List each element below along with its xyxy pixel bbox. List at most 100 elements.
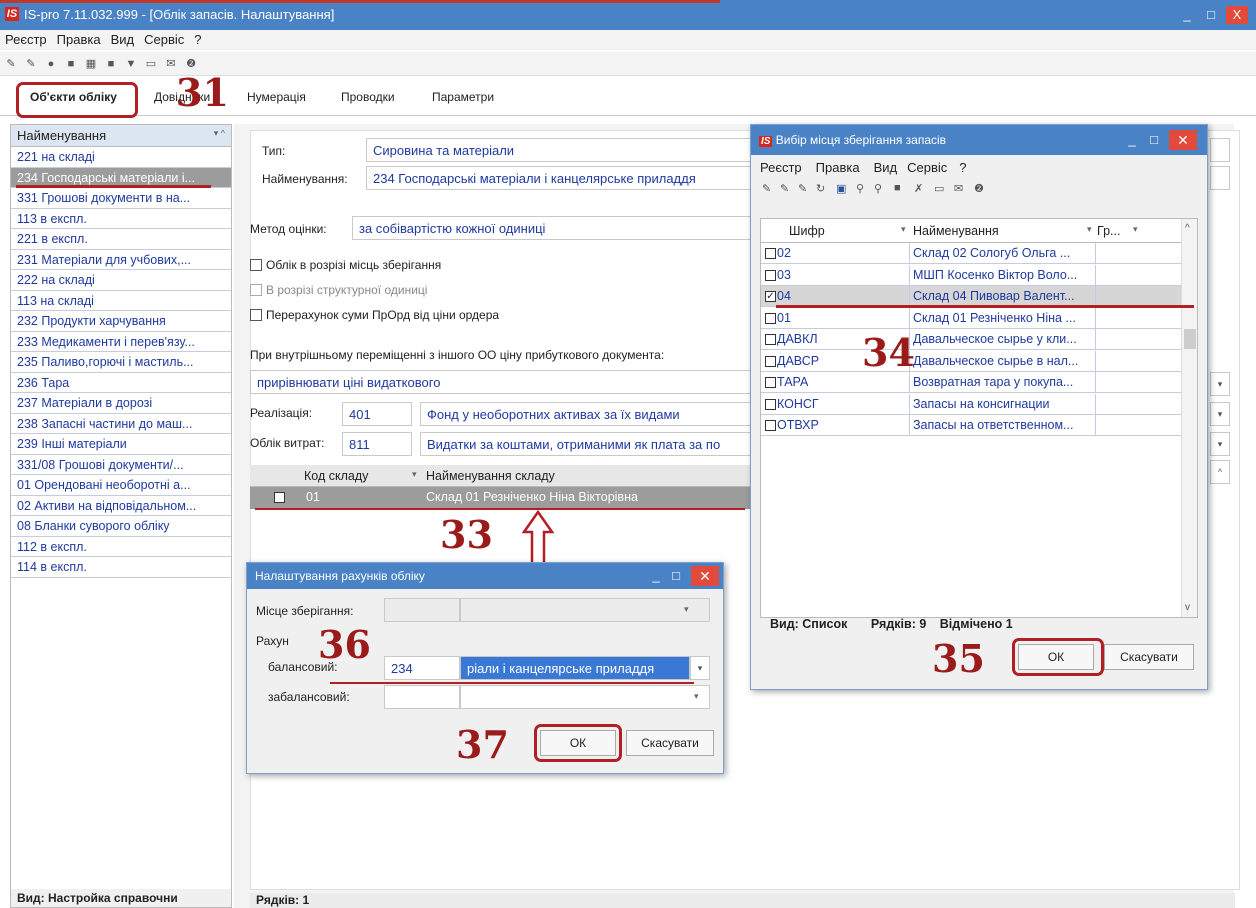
menu-service[interactable]: Сервіс [139, 30, 189, 49]
list-item[interactable]: 01 Орендовані необоротні а... [11, 475, 231, 496]
storage-row-checkbox[interactable] [765, 248, 776, 259]
list-item[interactable]: 221 на складі [11, 147, 231, 168]
list-item[interactable]: 233 Медикаменти і перев'язу... [11, 332, 231, 352]
list-item[interactable]: 331 Грошові документи в на... [11, 188, 231, 209]
storage-place-dropdown-icon[interactable]: ▾ [684, 604, 689, 615]
list-item[interactable]: 235 Паливо,горючі і мастиль... [11, 352, 231, 373]
storage-row-checkbox[interactable] [765, 269, 776, 281]
refresh-icon[interactable]: ● [44, 57, 58, 71]
storage-scroll-thumb[interactable] [1184, 329, 1196, 349]
new-icon[interactable]: ✎ [4, 57, 18, 71]
storage-scroll-up-icon[interactable]: ^ [1185, 223, 1190, 234]
menu-registry[interactable]: Реєстр [0, 30, 52, 49]
storage-scroll-down-icon[interactable]: v [1185, 602, 1190, 613]
storage-cancel-button[interactable]: Скасувати [1104, 644, 1194, 670]
sales-code-field[interactable]: 401 [342, 402, 412, 426]
balance-code-field[interactable]: 234 [384, 656, 460, 680]
balance-name-field[interactable]: ріали і канцелярське приладдя [460, 656, 690, 680]
grid-scroll-up-icon[interactable]: ^ [1210, 460, 1230, 484]
list-item[interactable]: 08 Бланки суворого обліку [11, 516, 231, 537]
storage-row-checkbox[interactable] [765, 334, 776, 345]
list-item[interactable]: 231 Матеріали для учбових,... [11, 250, 231, 270]
menu-help[interactable]: ? [189, 30, 206, 49]
list-item[interactable]: 222 на складі [11, 270, 231, 291]
sales-dropdown-icon[interactable]: ▾ [1210, 402, 1230, 426]
storage-col-name[interactable]: Найменування [913, 224, 999, 238]
grid-col-name[interactable]: Найменування складу [426, 469, 555, 483]
storage-filter-icon[interactable]: ✗ [914, 182, 923, 195]
storage-refresh-icon[interactable]: ↻ [816, 182, 825, 195]
storage-row[interactable]: ТАРА Возвратная тара у покупа... [761, 372, 1181, 393]
list-item[interactable]: 237 Матеріали в дорозі [11, 393, 231, 414]
structural-unit-checkbox[interactable] [250, 284, 262, 296]
storage-col-group[interactable]: Гр... [1097, 224, 1120, 238]
balance-dropdown-icon[interactable]: ▾ [690, 656, 710, 680]
tab-parameters[interactable]: Параметри [432, 90, 494, 104]
list-icon[interactable]: ■ [104, 57, 118, 71]
minimize-button[interactable]: _ [1176, 6, 1198, 24]
type-field[interactable]: Сировина та матеріали [366, 138, 756, 162]
menu-edit[interactable]: Правка [52, 30, 106, 49]
storage-grid-icon[interactable]: ■ [894, 182, 901, 194]
sales-name-field[interactable]: Фонд у необоротних активах за їх видами [420, 402, 756, 426]
storage-row[interactable]: 02 Склад 02 Сологуб Ольга ... [761, 243, 1181, 264]
menu-view[interactable]: Вид [106, 30, 140, 49]
list-item[interactable]: 232 Продукти харчування [11, 311, 231, 332]
save-icon[interactable]: ■ [64, 57, 78, 71]
list-item[interactable]: 114 в експл. [11, 557, 231, 578]
list-item[interactable]: 238 Запасні частини до маш... [11, 414, 231, 434]
filter-icon[interactable]: ▼ [124, 57, 138, 71]
storage-row[interactable]: 01 Склад 01 Резніченко Ніна ... [761, 307, 1181, 329]
list-item[interactable]: 113 на складі [11, 291, 231, 311]
storage-menu-service[interactable]: Сервіс [907, 160, 959, 175]
storage-row[interactable]: ДАВКЛ Давальческое сырье у кли... [761, 329, 1181, 350]
offbalance-code-field[interactable] [384, 685, 460, 709]
storage-menu-edit[interactable]: Правка [816, 160, 874, 175]
storage-search-icon[interactable]: ⚲ [856, 182, 864, 195]
storage-row-checkbox[interactable] [765, 312, 776, 324]
storage-row[interactable]: 03 МШП Косенко Віктор Воло... [761, 264, 1181, 286]
list-item[interactable]: 331/08 Грошові документи/... [11, 455, 231, 475]
cost-code-field[interactable]: 811 [342, 432, 412, 456]
storage-row[interactable]: ДАВСР Давальческое сырье в нал... [761, 350, 1181, 372]
storage-row-checkbox[interactable]: ✓ [765, 291, 776, 302]
list-item[interactable]: 221 в експл. [11, 229, 231, 250]
storage-form-icon[interactable]: ▭ [934, 182, 944, 195]
grid-col-code[interactable]: Код складу [304, 469, 368, 483]
storage-menu-registry[interactable]: Реєстр [760, 160, 816, 175]
storage-mail-icon[interactable]: ✉ [954, 182, 963, 195]
storage-row[interactable]: ✓ 04 Склад 04 Пивовар Валент... [761, 286, 1181, 307]
grid-icon[interactable]: ▦ [84, 57, 98, 71]
name-field[interactable]: 234 Господарські матеріали і канцелярськ… [366, 166, 756, 190]
close-button[interactable]: X [1226, 6, 1248, 24]
maximize-button[interactable]: □ [1200, 6, 1222, 24]
cost-name-field[interactable]: Видатки за коштами, отриманими як плата … [420, 432, 756, 456]
offbalance-dropdown-icon[interactable]: ▾ [694, 691, 699, 702]
storage-dialog-close[interactable]: ✕ [1169, 130, 1197, 150]
list-header[interactable]: Найменування ▾ ^ [11, 125, 231, 147]
accounts-dialog-maximize[interactable]: □ [667, 566, 685, 586]
storage-row-checkbox[interactable] [765, 377, 776, 388]
storage-places-checkbox[interactable] [250, 259, 262, 271]
storage-copy-icon[interactable]: ✎ [798, 182, 807, 195]
accounts-cancel-button[interactable]: Скасувати [626, 730, 714, 756]
accounts-dialog-minimize[interactable]: _ [647, 566, 665, 586]
recalc-checkbox[interactable] [250, 309, 262, 321]
storage-menu-help[interactable]: ? [959, 160, 966, 175]
storage-row-checkbox[interactable] [765, 398, 776, 410]
storage-dialog-maximize[interactable]: □ [1145, 130, 1163, 150]
internal-dropdown-icon[interactable]: ▾ [1210, 372, 1230, 396]
storage-menu-view[interactable]: Вид [874, 160, 908, 175]
list-item[interactable]: 236 Тара [11, 373, 231, 393]
storage-row-checkbox[interactable] [765, 355, 776, 367]
storage-dialog-minimize[interactable]: _ [1123, 130, 1141, 150]
storage-row[interactable]: КОНСГ Запасы на консигнации [761, 393, 1181, 415]
storage-row[interactable]: ОТВХР Запасы на ответственном... [761, 415, 1181, 436]
cost-dropdown-icon[interactable]: ▾ [1210, 432, 1230, 456]
list-item[interactable]: 02 Активи на відповідальном... [11, 496, 231, 516]
storage-search-next-icon[interactable]: ⚲ [874, 182, 882, 195]
new-copy-icon[interactable]: ✎ [24, 57, 38, 71]
internal-move-field[interactable]: прирівнювати ціні видаткового [250, 370, 756, 394]
list-item[interactable]: 239 Інші матеріали [11, 434, 231, 455]
storage-col-code[interactable]: Шифр [789, 224, 825, 238]
